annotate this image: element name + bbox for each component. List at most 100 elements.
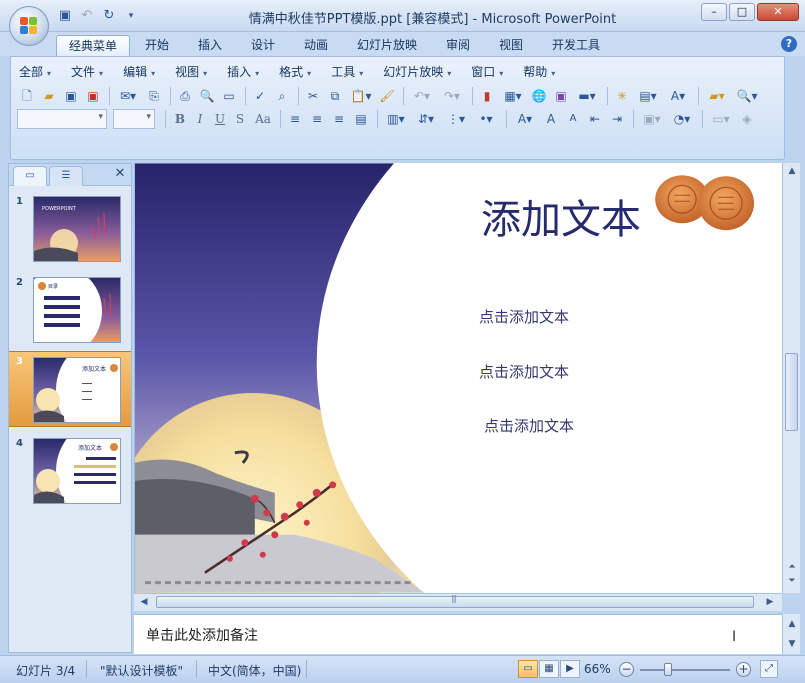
picture-icon[interactable]: ▣	[551, 86, 571, 106]
align-center-icon[interactable]: ≡	[307, 109, 327, 129]
vertical-scroll-thumb[interactable]	[785, 353, 798, 431]
maximize-button[interactable]: □	[729, 3, 755, 21]
menu-tools[interactable]: 工具 ▾	[331, 63, 363, 81]
slide-thumbnail-4[interactable]: 4 添加文本	[9, 434, 131, 506]
hyperlink-icon[interactable]: 🌐	[529, 86, 549, 106]
columns-icon[interactable]: ▥▾	[382, 109, 410, 129]
slide-text-placeholder-2[interactable]: 点击添加文本	[479, 361, 569, 382]
zoom-slider-track[interactable]	[640, 669, 730, 671]
save-icon[interactable]: ▣	[61, 86, 81, 106]
notes-pane[interactable]: 单击此处添加备注 I	[134, 614, 782, 654]
vertical-scrollbar[interactable]: ▲ ⏶ ⏷	[782, 163, 800, 593]
menu-format[interactable]: 格式 ▾	[279, 63, 311, 81]
shapes-icon[interactable]: ◔▾	[668, 109, 696, 129]
tab-view[interactable]: 视图	[487, 35, 535, 56]
menu-slideshow[interactable]: 幻灯片放映 ▾	[383, 63, 451, 81]
align-left-icon[interactable]: ≡	[285, 109, 305, 129]
menu-all[interactable]: 全部 ▾	[19, 63, 51, 81]
minimize-button[interactable]: –	[701, 3, 727, 21]
tab-animation[interactable]: 动画	[292, 35, 340, 56]
folder-icon[interactable]: ▰▾	[703, 86, 731, 106]
notes-scrollbar[interactable]: ▲ ▼	[782, 614, 800, 654]
shadow-button[interactable]: S	[230, 109, 250, 129]
open-icon[interactable]: ▰	[39, 86, 59, 106]
tab-developer[interactable]: 开发工具	[540, 35, 612, 56]
slide-canvas[interactable]: 添加文本 点击添加文本 点击添加文本 点击添加文本	[134, 163, 782, 593]
slide-thumbnail-1[interactable]: 1 POWERPOINT	[9, 192, 131, 264]
tab-home[interactable]: 开始	[133, 35, 181, 56]
font-color-icon[interactable]: A▾	[511, 109, 539, 129]
increase-indent-icon[interactable]: ⇥	[607, 109, 627, 129]
language-indicator[interactable]: 中文(简体，中国)	[208, 662, 301, 679]
new-icon[interactable]: 🗋	[17, 86, 37, 106]
fill-icon[interactable]: ◈	[737, 109, 757, 129]
office-button[interactable]	[9, 6, 49, 46]
permission-icon[interactable]: ▣	[83, 86, 103, 106]
slideshow-view-button[interactable]: ▶	[560, 660, 580, 678]
bullets-icon[interactable]: •▾	[472, 109, 500, 129]
spelling-icon[interactable]: ✓	[250, 86, 270, 106]
find-icon[interactable]: 🔍▾	[733, 86, 761, 106]
print-icon[interactable]: ⎙	[175, 86, 195, 106]
notes-placeholder[interactable]: 单击此处添加备注	[146, 625, 258, 645]
horizontal-scrollbar[interactable]: ◀ ▶	[134, 593, 782, 611]
cut-icon[interactable]: ✂	[303, 86, 323, 106]
zoom-level[interactable]: 66%	[584, 662, 611, 676]
normal-view-button[interactable]: ▭	[518, 660, 538, 678]
arrange-icon[interactable]: ▣▾	[638, 109, 666, 129]
research-icon[interactable]: ⌕	[272, 86, 292, 106]
next-slide-icon[interactable]: ⏷	[784, 573, 800, 589]
menu-insert[interactable]: 插入 ▾	[227, 63, 259, 81]
scroll-right-icon[interactable]: ▶	[762, 594, 778, 610]
new-slide-icon[interactable]: ✳	[612, 86, 632, 106]
page-setup-icon[interactable]: ▭	[219, 86, 239, 106]
close-button[interactable]: ✕	[757, 3, 799, 21]
shrink-font-icon[interactable]: A	[563, 109, 583, 129]
scroll-up-icon[interactable]: ▲	[784, 616, 800, 632]
menu-help[interactable]: 帮助 ▾	[523, 63, 555, 81]
table-icon[interactable]: ▦▾	[499, 86, 527, 106]
menu-window[interactable]: 窗口 ▾	[471, 63, 503, 81]
tab-review[interactable]: 审阅	[434, 35, 482, 56]
publish-icon[interactable]: ⎘	[144, 86, 164, 106]
slide-title-placeholder[interactable]: 添加文本	[481, 187, 641, 245]
menu-view[interactable]: 视图 ▾	[175, 63, 207, 81]
zoom-out-icon[interactable]: −	[619, 662, 634, 677]
bold-button[interactable]: B	[170, 109, 190, 129]
chart-icon[interactable]: ▮	[477, 86, 497, 106]
text-direction-icon[interactable]: ⇵▾	[412, 109, 440, 129]
change-case-button[interactable]: Aa	[250, 109, 276, 129]
textbox-icon[interactable]: A▾	[664, 86, 692, 106]
print-preview-icon[interactable]: 🔍	[197, 86, 217, 106]
underline-button[interactable]: U	[210, 109, 230, 129]
slide-thumbnail-2[interactable]: 2 目录	[9, 273, 131, 345]
zoom-slider-thumb[interactable]	[664, 663, 672, 676]
redo-icon[interactable]: ↷▾	[438, 86, 466, 106]
tab-design[interactable]: 设计	[239, 35, 287, 56]
scroll-up-icon[interactable]: ▲	[784, 163, 800, 179]
slide-text-placeholder-1[interactable]: 点击添加文本	[479, 306, 569, 327]
zoom-in-icon[interactable]: +	[736, 662, 751, 677]
color-icon[interactable]: ▬▾	[573, 86, 601, 106]
menu-file[interactable]: 文件 ▾	[71, 63, 103, 81]
horizontal-scroll-thumb[interactable]	[156, 594, 754, 608]
grow-font-icon[interactable]: A	[541, 109, 561, 129]
undo-icon[interactable]: ↶▾	[408, 86, 436, 106]
close-icon[interactable]: ✕	[113, 167, 127, 181]
tab-slideshow[interactable]: 幻灯片放映	[345, 35, 429, 56]
slide-text-placeholder-3[interactable]: 点击添加文本	[484, 415, 574, 436]
numbering-icon[interactable]: ⋮▾	[442, 109, 470, 129]
fit-to-window-icon[interactable]: ⤢	[760, 660, 778, 678]
copy-icon[interactable]: ⧉	[325, 86, 345, 106]
align-right-icon[interactable]: ≡	[329, 109, 349, 129]
tab-insert[interactable]: 插入	[186, 35, 234, 56]
italic-button[interactable]: I	[190, 109, 210, 129]
slides-tab[interactable]: ▭	[13, 166, 47, 186]
font-name-combo[interactable]	[17, 109, 107, 129]
layout-icon[interactable]: ▤▾	[634, 86, 662, 106]
decrease-indent-icon[interactable]: ⇤	[585, 109, 605, 129]
scroll-down-icon[interactable]: ▼	[784, 636, 800, 652]
help-icon[interactable]: ?	[781, 36, 797, 52]
tab-classic-menu[interactable]: 经典菜单	[56, 35, 131, 56]
email-icon[interactable]: ✉▾	[114, 86, 142, 106]
